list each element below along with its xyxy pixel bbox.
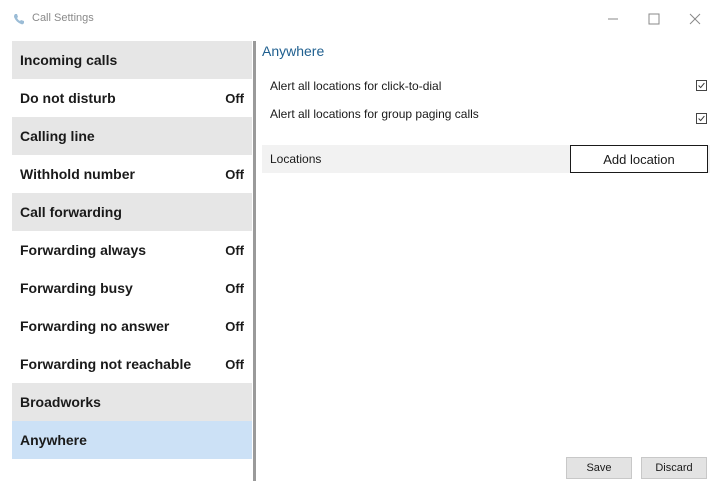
- sidebar-item-label: Forwarding busy: [20, 280, 133, 296]
- sidebar-header-broadworks: Broadworks: [12, 383, 252, 421]
- sidebar-item-label: Do not disturb: [20, 90, 116, 106]
- status-value: Off: [225, 356, 244, 372]
- checkbox-group-paging[interactable]: [696, 113, 707, 124]
- option-label-click-to-dial: Alert all locations for click-to-dial: [270, 79, 442, 93]
- close-icon[interactable]: [684, 8, 706, 30]
- sidebar-item-forwarding-no-answer[interactable]: Forwarding no answer Off: [12, 307, 252, 345]
- sidebar-item-label: Forwarding no answer: [20, 318, 170, 334]
- main-panel: Anywhere Alert all locations for click-t…: [262, 41, 710, 481]
- window-title: Call Settings: [32, 12, 94, 24]
- status-value: Off: [225, 242, 244, 258]
- sidebar-header-label: Incoming calls: [20, 52, 118, 68]
- status-value: Off: [225, 166, 244, 182]
- sidebar-header-label: Calling line: [20, 128, 95, 144]
- locations-label: Locations: [270, 152, 322, 166]
- sidebar-header-incoming-calls: Incoming calls: [12, 41, 252, 79]
- sidebar-header-label: Broadworks: [20, 394, 101, 410]
- sidebar-item-forwarding-not-reachable[interactable]: Forwarding not reachable Off: [12, 345, 252, 383]
- settings-sidebar: Incoming calls Do not disturb Off Calling…: [12, 41, 252, 461]
- status-value: Off: [225, 280, 244, 296]
- sidebar-item-forwarding-always[interactable]: Forwarding always Off: [12, 231, 252, 269]
- call-settings-icon: [14, 14, 24, 25]
- checkbox-click-to-dial[interactable]: [696, 80, 707, 91]
- title-bar: Call Settings: [0, 0, 710, 38]
- pane-divider[interactable]: [253, 41, 256, 481]
- sidebar-header-call-forwarding: Call forwarding: [12, 193, 252, 231]
- minimize-icon[interactable]: [602, 8, 624, 30]
- status-value: Off: [225, 90, 244, 106]
- sidebar-item-forwarding-busy[interactable]: Forwarding busy Off: [12, 269, 252, 307]
- sidebar-item-do-not-disturb[interactable]: Do not disturb Off: [12, 79, 252, 117]
- sidebar-item-anywhere[interactable]: Anywhere: [12, 421, 252, 459]
- sidebar-item-label: Forwarding always: [20, 242, 147, 258]
- sidebar-item-label: Anywhere: [20, 432, 87, 448]
- sidebar-header-label: Call forwarding: [20, 204, 122, 220]
- maximize-icon[interactable]: [643, 8, 665, 30]
- sidebar-item-withhold-number[interactable]: Withhold number Off: [12, 155, 252, 193]
- option-label-group-paging: Alert all locations for group paging cal…: [270, 107, 479, 121]
- page-title: Anywhere: [262, 43, 325, 59]
- sidebar-item-label: Withhold number: [20, 166, 135, 182]
- sidebar-item-label: Forwarding not reachable: [20, 356, 192, 372]
- add-location-button[interactable]: Add location: [570, 145, 708, 173]
- discard-button[interactable]: Discard: [641, 457, 707, 479]
- sidebar-header-calling-line: Calling line: [12, 117, 252, 155]
- status-value: Off: [225, 318, 244, 334]
- save-button[interactable]: Save: [566, 457, 632, 479]
